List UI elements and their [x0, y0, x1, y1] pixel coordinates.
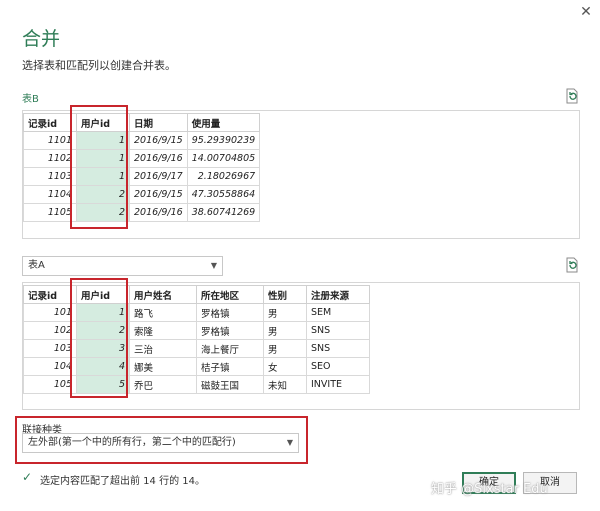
close-icon[interactable]: ✕	[578, 4, 594, 20]
cell: 2.18026967	[186, 167, 261, 186]
cell: 1104	[23, 185, 77, 204]
cell: 路飞	[129, 303, 197, 322]
table-row[interactable]: 1101 1 2016/9/15 95.29390239	[23, 131, 261, 150]
cell: 索隆	[129, 321, 197, 340]
cell: INVITE	[306, 375, 370, 394]
cell: 未知	[263, 375, 307, 394]
cell: 桔子镇	[196, 357, 264, 376]
chevron-down-icon: ▼	[210, 261, 217, 270]
column-header[interactable]: 记录id	[23, 285, 77, 304]
cell: 三治	[129, 339, 197, 358]
column-header[interactable]: 使用量	[186, 113, 261, 132]
column-header[interactable]: 日期	[129, 113, 188, 132]
refresh-icon[interactable]	[564, 257, 580, 273]
cell: 2016/9/15	[129, 185, 188, 204]
table-b-label: 表B	[22, 94, 39, 105]
table-row[interactable]: 1102 1 2016/9/16 14.00704805	[23, 149, 261, 168]
refresh-icon[interactable]	[564, 88, 580, 104]
cell: 1103	[23, 167, 77, 186]
cell: 女	[263, 357, 307, 376]
cell: 95.29390239	[186, 131, 261, 150]
cell: 1102	[23, 149, 77, 168]
cell: 乔巴	[129, 375, 197, 394]
cell: 磁鼓王国	[196, 375, 264, 394]
cell: 2016/9/15	[129, 131, 188, 150]
column-header[interactable]: 用户姓名	[129, 285, 197, 304]
cell: 47.30558864	[186, 185, 261, 204]
table-row[interactable]: 1105 2 2016/9/16 38.60741269	[23, 203, 261, 222]
column-header[interactable]: 所在地区	[196, 285, 264, 304]
cell: 103	[23, 339, 77, 358]
match-status-text: 选定内容匹配了超出前 14 行的 14。	[40, 476, 205, 487]
cell: 104	[23, 357, 77, 376]
cell: 1105	[23, 203, 77, 222]
column-header[interactable]: 注册来源	[306, 285, 370, 304]
check-icon: ✓	[22, 470, 33, 484]
cell: 娜美	[129, 357, 197, 376]
cell: SNS	[306, 339, 370, 358]
highlight-box	[70, 278, 128, 398]
table-select-dropdown[interactable]: 表A ▼	[22, 256, 223, 276]
join-kind-dropdown[interactable]: 左外部(第一个中的所有行，第二个中的匹配行) ▼	[22, 433, 299, 453]
cell: 38.60741269	[186, 203, 261, 222]
table-b-grid: 记录id 用户id 日期 使用量 1101 1 2016/9/15 95.293…	[23, 113, 261, 222]
cell: 罗格镇	[196, 303, 264, 322]
table-row[interactable]: 1104 2 2016/9/15 47.30558864	[23, 185, 261, 204]
cell: 2016/9/16	[129, 149, 188, 168]
table-row[interactable]: 1103 1 2016/9/17 2.18026967	[23, 167, 261, 186]
cell: 105	[23, 375, 77, 394]
cell: 罗格镇	[196, 321, 264, 340]
cell: 2016/9/17	[129, 167, 188, 186]
cell: 101	[23, 303, 77, 322]
cell: 男	[263, 303, 307, 322]
cell: SNS	[306, 321, 370, 340]
cell: 2016/9/16	[129, 203, 188, 222]
dialog-subtitle: 选择表和匹配列以创建合并表。	[22, 59, 176, 72]
cell: 海上餐厅	[196, 339, 264, 358]
table-select-value: 表A	[28, 260, 45, 271]
watermark-text: 知乎 @Sixstar Edu	[431, 482, 548, 497]
cell: SEO	[306, 357, 370, 376]
chevron-down-icon: ▼	[286, 438, 293, 447]
highlight-box	[70, 105, 128, 229]
join-kind-value: 左外部(第一个中的所有行，第二个中的匹配行)	[28, 437, 236, 448]
cell: 102	[23, 321, 77, 340]
cell: 1101	[23, 131, 77, 150]
dialog-title: 合并	[22, 28, 61, 50]
cell: 男	[263, 321, 307, 340]
column-header[interactable]: 记录id	[23, 113, 77, 132]
cell: 男	[263, 339, 307, 358]
column-header[interactable]: 性别	[263, 285, 307, 304]
cell: 14.00704805	[186, 149, 261, 168]
cell: SEM	[306, 303, 370, 322]
